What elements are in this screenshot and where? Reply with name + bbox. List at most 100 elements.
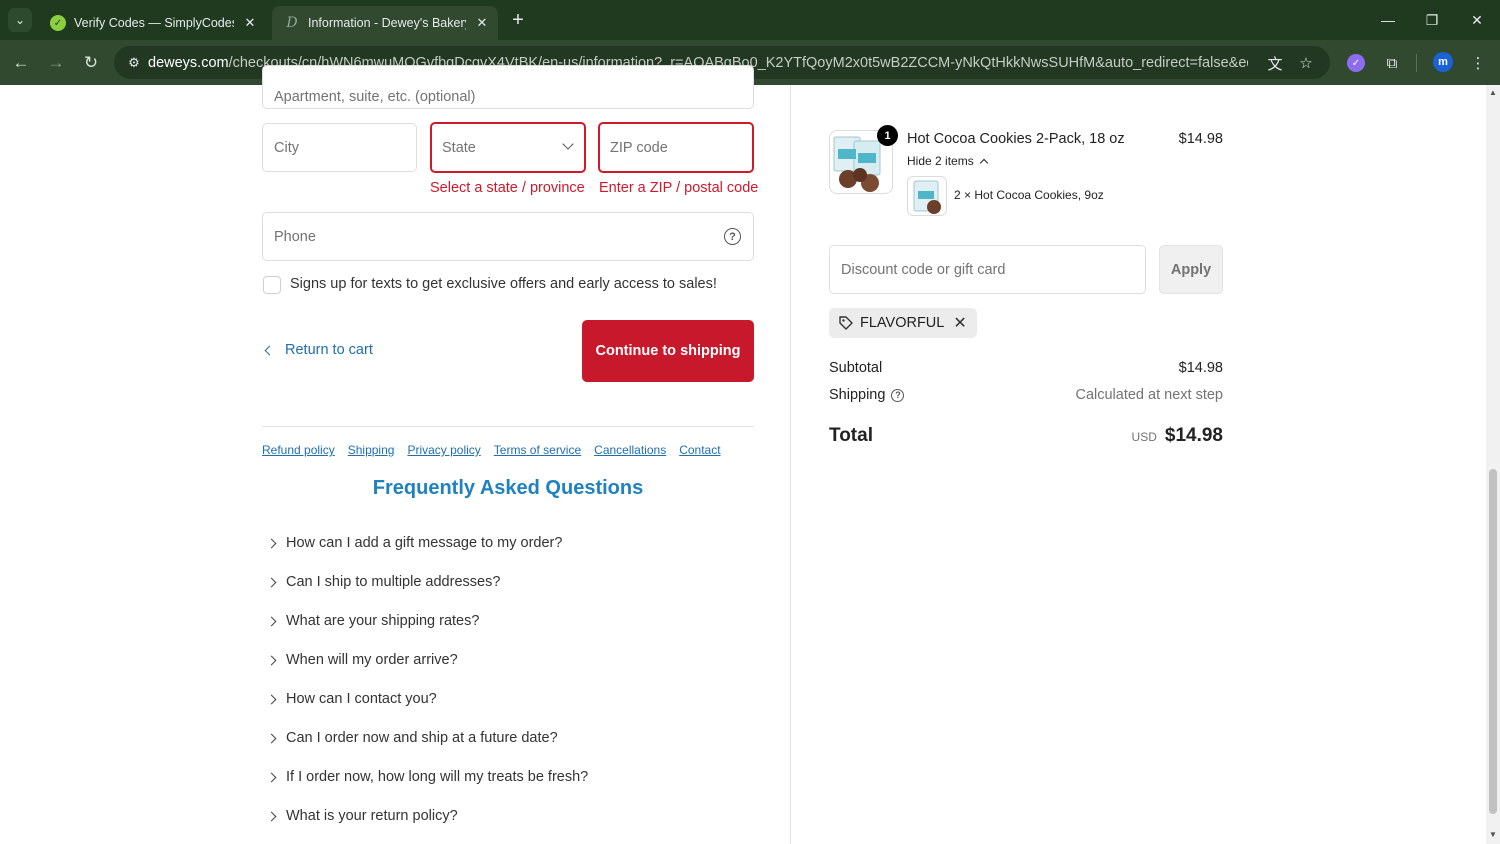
page-scrollbar[interactable]: ▲ ▼ (1486, 85, 1500, 844)
faq-item[interactable]: Can I order now and ship at a future dat… (266, 727, 558, 749)
chevron-right-icon (266, 655, 277, 665)
close-window-icon[interactable]: ✕ (1463, 6, 1491, 34)
faq-item[interactable]: What are your shipping rates? (266, 610, 480, 632)
zip-error-message: Enter a ZIP / postal code (599, 180, 759, 196)
shipping-label: Shipping (829, 387, 886, 403)
new-tab-plus-icon[interactable]: + (506, 8, 530, 32)
profile-avatar[interactable]: m (1433, 52, 1453, 72)
phone-help-icon[interactable]: ? (724, 228, 741, 245)
faq-question: How can I contact you? (286, 691, 437, 707)
shipping-value: Calculated at next step (1075, 387, 1223, 403)
phone-placeholder: Phone (274, 228, 316, 245)
browser-menu-kebab-icon[interactable]: ⋮ (1467, 52, 1489, 74)
back-arrow-icon[interactable]: ← (8, 50, 34, 76)
faq-question: What is your return policy? (286, 808, 458, 824)
scroll-up-arrow-icon[interactable]: ▲ (1488, 88, 1498, 98)
bundle-item-thumbnail (907, 176, 947, 216)
close-tab-icon[interactable]: ✕ (472, 13, 492, 33)
faq-question: Can I ship to multiple addresses? (286, 574, 501, 590)
total-currency: USD (1131, 430, 1157, 444)
shipping-row: Shipping? Calculated at next step (829, 387, 1223, 403)
apartment-field[interactable]: Apartment, suite, etc. (optional) (262, 65, 754, 109)
privacy-policy-link[interactable]: Privacy policy (407, 443, 480, 457)
subtotal-label: Subtotal (829, 360, 883, 376)
faq-item[interactable]: When will my order arrive? (266, 649, 458, 671)
terms-of-service-link[interactable]: Terms of service (494, 443, 581, 457)
scrollbar-thumb[interactable] (1489, 469, 1497, 814)
state-select[interactable]: State (430, 122, 586, 173)
chevron-right-icon (266, 616, 277, 626)
chevron-right-icon (266, 694, 277, 704)
chevron-left-icon (264, 345, 275, 355)
forward-arrow-icon[interactable]: → (43, 50, 69, 76)
chevron-right-icon (266, 538, 277, 548)
deweys-favicon-icon: D (286, 15, 298, 31)
faq-item[interactable]: How can I add a gift message to my order… (266, 532, 563, 554)
return-to-cart-link[interactable]: Return to cart (263, 342, 373, 358)
faq-question: When will my order arrive? (286, 652, 458, 668)
phone-field[interactable]: Phone ? (262, 212, 754, 261)
tab-search-chevron-icon[interactable]: ⌄ (8, 8, 32, 32)
faq-item[interactable]: What is your return policy? (266, 805, 458, 827)
minimize-window-icon[interactable]: — (1374, 6, 1402, 34)
apply-discount-button[interactable]: Apply (1159, 245, 1223, 294)
product-price: $14.98 (1178, 131, 1223, 147)
city-field[interactable]: City (262, 123, 417, 172)
cookie-pack-image (913, 180, 941, 214)
city-placeholder: City (274, 139, 299, 156)
chevron-right-icon (266, 733, 277, 743)
checkout-page: Apartment, suite, etc. (optional) City S… (0, 65, 1500, 844)
faq-item[interactable]: How can I contact you? (266, 688, 437, 710)
faq-item[interactable]: If I order now, how long will my treats … (266, 766, 588, 788)
scroll-down-arrow-icon[interactable]: ▼ (1488, 830, 1498, 840)
restore-window-icon[interactable]: ❐ (1418, 6, 1446, 34)
return-to-cart-label: Return to cart (285, 342, 373, 358)
cancellations-link[interactable]: Cancellations (594, 443, 666, 457)
reload-icon[interactable]: ↻ (78, 50, 104, 76)
total-row: Total USD $14.98 (829, 425, 1223, 447)
extension-simplycodes-icon[interactable]: ✓ (1347, 54, 1365, 72)
chevron-up-icon (979, 158, 988, 167)
sms-optin-label[interactable]: Signs up for texts to get exclusive offe… (290, 276, 717, 292)
apartment-placeholder: Apartment, suite, etc. (optional) (274, 89, 476, 105)
tab-simplycodes[interactable]: ✓ Verify Codes — SimplyCodes ✕ (38, 6, 266, 40)
faq-question: How can I add a gift message to my order… (286, 535, 563, 551)
total-amount: $14.98 (1164, 425, 1223, 446)
bundle-item-text: 2 × Hot Cocoa Cookies, 9oz (954, 188, 1104, 202)
contact-link[interactable]: Contact (679, 443, 720, 457)
tab-deweys-information[interactable]: D Information - Dewey's Bakery ✕ (272, 6, 498, 40)
shipping-help-icon[interactable]: ? (891, 388, 905, 402)
state-placeholder: State (442, 139, 476, 156)
remove-discount-close-icon[interactable]: ✕ (953, 313, 966, 333)
subtotal-value: $14.98 (1178, 360, 1223, 376)
continue-to-shipping-button[interactable]: Continue to shipping (582, 320, 754, 382)
chevron-right-icon (266, 811, 277, 821)
refund-policy-link[interactable]: Refund policy (262, 443, 335, 457)
tag-icon (839, 316, 853, 330)
toolbar-divider (1416, 54, 1417, 72)
translate-icon[interactable]: 文 (1265, 53, 1285, 73)
simplycodes-favicon-icon: ✓ (50, 15, 66, 31)
state-error-message: Select a state / province (430, 180, 585, 196)
tab-title: Verify Codes — SimplyCodes (74, 16, 234, 30)
discount-placeholder: Discount code or gift card (841, 261, 1006, 278)
site-info-icon[interactable]: ⚙ (120, 55, 148, 71)
policy-links: Refund policy Shipping Privacy policy Te… (262, 443, 721, 457)
faq-question: Can I order now and ship at a future dat… (286, 730, 558, 746)
zip-placeholder: ZIP code (610, 139, 668, 156)
total-label: Total (829, 425, 873, 446)
subtotal-row: Subtotal $14.98 (829, 360, 1223, 376)
discount-code-input[interactable]: Discount code or gift card (829, 245, 1146, 294)
zip-field[interactable]: ZIP code (598, 122, 754, 173)
hide-items-toggle[interactable]: Hide 2 items (907, 154, 988, 168)
faq-heading: Frequently Asked Questions (372, 477, 644, 499)
sms-optin-checkbox[interactable] (263, 276, 281, 294)
browser-tab-bar: ⌄ ✓ Verify Codes — SimplyCodes ✕ D Infor… (0, 0, 1500, 40)
faq-question: What are your shipping rates? (286, 613, 480, 629)
bookmark-star-icon[interactable]: ☆ (1296, 53, 1316, 73)
tab-title: Information - Dewey's Bakery (308, 16, 466, 30)
faq-item[interactable]: Can I ship to multiple addresses? (266, 571, 501, 593)
close-tab-icon[interactable]: ✕ (240, 13, 260, 33)
extensions-puzzle-icon[interactable]: ⧉ (1381, 52, 1403, 74)
shipping-policy-link[interactable]: Shipping (348, 443, 395, 457)
